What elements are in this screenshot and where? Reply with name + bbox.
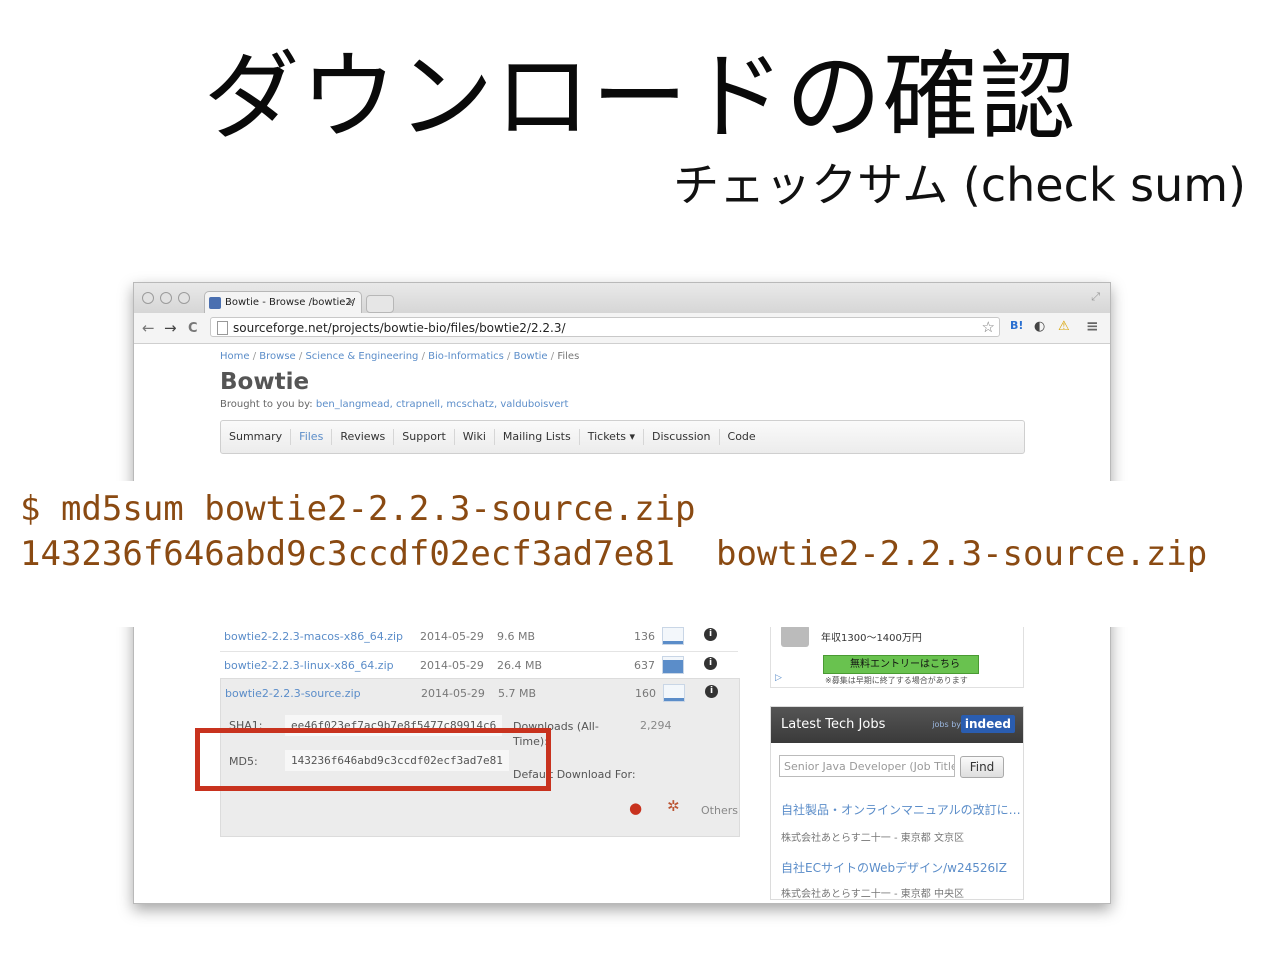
- file-downloads: 637: [634, 659, 655, 672]
- ad-photo: [781, 625, 809, 647]
- url-text: sourceforge.net/projects/bowtie-bio/file…: [233, 321, 566, 335]
- info-icon[interactable]: i: [704, 628, 717, 641]
- address-bar-row: ← → C sourceforge.net/projects/bowtie-bi…: [134, 313, 1110, 344]
- file-date: 2014-05-29: [420, 659, 484, 672]
- jobs-header: Latest Tech Jobs jobs by indeed: [771, 707, 1023, 743]
- menu-icon[interactable]: ≡: [1086, 317, 1099, 335]
- job-ad[interactable]: 年収1300〜1400万円 無料エントリーはこちら ▷ ※募集は早期に終了する場…: [770, 622, 1024, 688]
- table-row: bowtie2-2.2.3-source.zip 2014-05-29 5.7 …: [221, 679, 738, 708]
- breadcrumb-browse[interactable]: Browse: [259, 351, 295, 362]
- job-link[interactable]: 自社ECサイトのWebデザイン/w24526IZ: [781, 859, 1007, 876]
- breadcrumb-science[interactable]: Science & Engineering: [305, 351, 418, 362]
- breadcrumb-bioinformatics[interactable]: Bio-Informatics: [428, 351, 504, 362]
- slide-title: ダウンロードの確認: [203, 41, 1077, 153]
- warning-icon[interactable]: ⚠: [1058, 319, 1070, 334]
- downloads-value: 2,294: [640, 719, 672, 732]
- terminal-command: $ md5sum bowtie2-2.2.3-source.zip: [20, 489, 696, 529]
- browser-tab[interactable]: Bowtie - Browse /bowtie2/ ×: [204, 291, 362, 313]
- indeed-logo[interactable]: indeed: [960, 715, 1015, 733]
- window-controls: [142, 292, 190, 304]
- brought-by: Brought to you by: ben_langmead, ctrapne…: [220, 399, 569, 410]
- file-size: 26.4 MB: [497, 659, 543, 672]
- project-nav: Summary Files Reviews Support Wiki Maili…: [220, 420, 1025, 454]
- file-size: 5.7 MB: [498, 687, 537, 700]
- reload-icon[interactable]: C: [188, 321, 198, 336]
- slide-subtitle: チェックサム (check sum): [673, 158, 1246, 212]
- file-size: 9.6 MB: [497, 630, 536, 643]
- md5-highlight-box: [195, 728, 551, 791]
- tab-code[interactable]: Code: [720, 429, 764, 445]
- ad-entry-button[interactable]: 無料エントリーはこちら: [823, 655, 979, 674]
- job-link[interactable]: 自社製品・オンラインマニュアルの改訂に…: [781, 801, 1021, 818]
- info-icon[interactable]: i: [704, 657, 717, 670]
- tech-jobs-widget: Latest Tech Jobs jobs by indeed Senior J…: [770, 706, 1024, 900]
- file-link[interactable]: bowtie2-2.2.3-macos-x86_64.zip: [224, 630, 403, 643]
- file-date: 2014-05-29: [420, 630, 484, 643]
- zoom-window-button[interactable]: [178, 292, 190, 304]
- bookmark-star-icon[interactable]: ☆: [982, 318, 995, 336]
- url-input[interactable]: sourceforge.net/projects/bowtie-bio/file…: [210, 317, 1000, 337]
- terminal-result: 143236f646abd9c3ccdf02ecf3ad7e81 bowtie2…: [20, 534, 1208, 574]
- file-link[interactable]: bowtie2-2.2.3-source.zip: [225, 687, 361, 700]
- freebsd-icon[interactable]: ●: [629, 799, 642, 817]
- breadcrumb-bowtie[interactable]: Bowtie: [514, 351, 548, 362]
- ad-salary: 年収1300〜1400万円: [821, 633, 922, 644]
- file-link[interactable]: bowtie2-2.2.3-linux-x86_64.zip: [224, 659, 394, 672]
- jobs-title: Latest Tech Jobs: [781, 717, 886, 732]
- hatena-bookmark-icon[interactable]: B!: [1010, 319, 1023, 332]
- tab-summary[interactable]: Summary: [221, 429, 292, 445]
- author-links[interactable]: ben_langmead, ctrapnell, mcschatz, valdu…: [316, 399, 569, 410]
- solaris-icon[interactable]: ✲: [667, 797, 680, 815]
- jobs-by-label: jobs by: [932, 720, 961, 729]
- tab-mailing-lists[interactable]: Mailing Lists: [495, 429, 580, 445]
- close-window-button[interactable]: [142, 292, 154, 304]
- tab-tickets[interactable]: Tickets ▾: [580, 429, 645, 445]
- page-icon: [217, 321, 228, 335]
- new-tab-button[interactable]: [366, 295, 394, 313]
- download-sparkline: [662, 656, 684, 674]
- job-company: 株式会社あとらす二十一 - 東京都 中央区: [781, 889, 964, 900]
- file-downloads: 160: [635, 687, 656, 700]
- tab-discussion[interactable]: Discussion: [644, 429, 720, 445]
- job-search-input[interactable]: Senior Java Developer (Job Title: [779, 755, 955, 777]
- tab-bar: Bowtie - Browse /bowtie2/ × ⤢: [134, 283, 1110, 313]
- job-company: 株式会社あとらす二十一 - 東京都 文京区: [781, 833, 964, 844]
- info-icon[interactable]: i: [705, 685, 718, 698]
- file-date: 2014-05-29: [421, 687, 485, 700]
- breadcrumb: Home / Browse / Science & Engineering / …: [220, 351, 580, 362]
- tab-support[interactable]: Support: [394, 429, 455, 445]
- breadcrumb-home[interactable]: Home: [220, 351, 250, 362]
- tab-title: Bowtie - Browse /bowtie2/: [225, 297, 356, 308]
- minimize-window-button[interactable]: [160, 292, 172, 304]
- download-sparkline: [663, 684, 685, 702]
- terminal-output: $ md5sum bowtie2-2.2.3-source.zip 143236…: [0, 481, 1280, 627]
- breadcrumb-files: Files: [557, 351, 580, 362]
- sourceforge-favicon-icon: [209, 297, 221, 309]
- table-row: bowtie2-2.2.3-linux-x86_64.zip 2014-05-2…: [220, 651, 738, 681]
- tab-close-icon[interactable]: ×: [347, 292, 355, 313]
- tab-files[interactable]: Files: [291, 429, 333, 445]
- file-downloads: 136: [634, 630, 655, 643]
- ad-note: ※募集は早期に終了する場合があります: [825, 676, 968, 685]
- project-title: Bowtie: [220, 369, 310, 395]
- others-label[interactable]: Others: [701, 804, 738, 817]
- tab-reviews[interactable]: Reviews: [332, 429, 395, 445]
- fullscreen-icon[interactable]: ⤢: [1091, 290, 1100, 304]
- forward-icon[interactable]: →: [164, 319, 177, 337]
- extension-icon[interactable]: ◐: [1034, 319, 1045, 334]
- tab-wiki[interactable]: Wiki: [455, 429, 495, 445]
- find-button[interactable]: Find: [960, 756, 1004, 778]
- back-icon[interactable]: ←: [142, 319, 155, 337]
- ad-choices-icon[interactable]: ▷: [775, 673, 782, 683]
- download-sparkline: [662, 627, 684, 645]
